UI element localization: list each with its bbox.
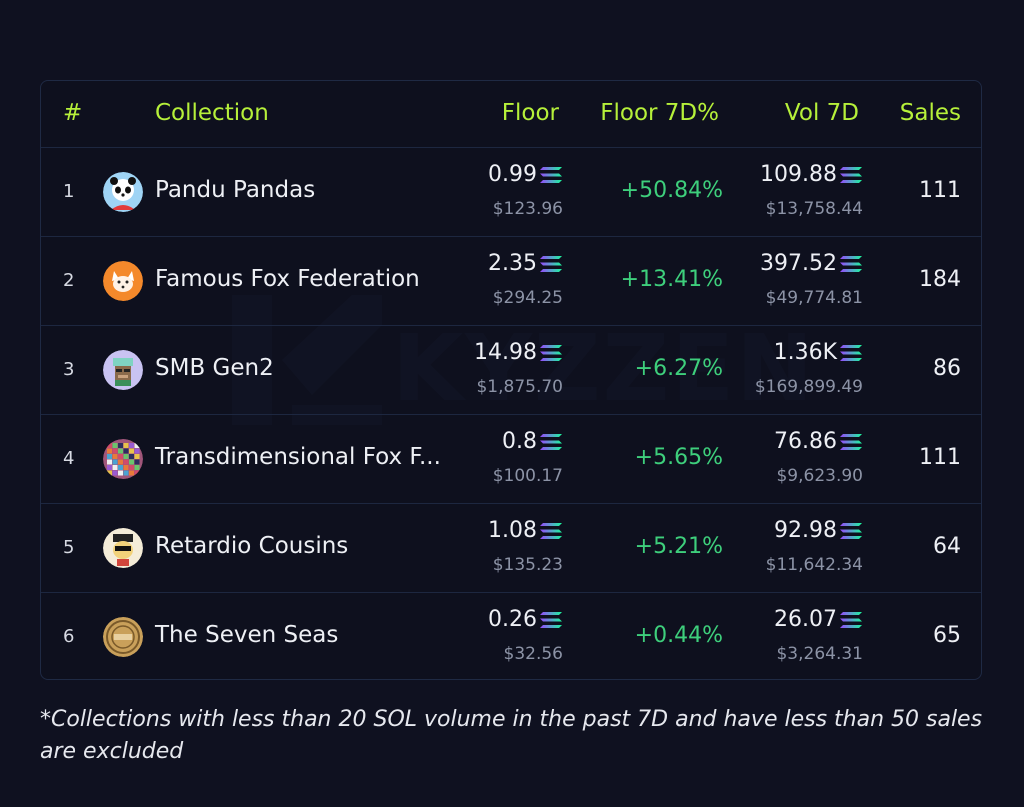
collection-avatar [103, 172, 143, 212]
floor-value: 1.08 [488, 518, 537, 543]
vol-7d: 26.07 [774, 607, 863, 632]
floor-value: 0.99 [488, 162, 537, 187]
solana-icon [840, 255, 862, 272]
floor-7d-pct: +13.41% [620, 267, 723, 292]
floor-value: 14.98 [474, 340, 537, 365]
vol-7d-usd: $169,899.49 [754, 377, 863, 397]
collection-name[interactable]: Pandu Pandas [155, 177, 315, 203]
row-rank: 4 [63, 448, 75, 469]
monkey-avatar-icon [103, 350, 143, 390]
vol-7d-usd: $49,774.81 [765, 288, 863, 308]
floor-7d-pct: +0.44% [634, 623, 723, 648]
vol-7d-value: 26.07 [774, 607, 837, 632]
floor-value: 0.26 [488, 607, 537, 632]
solana-icon [540, 255, 562, 272]
collection-name[interactable]: The Seven Seas [155, 622, 338, 648]
collection-avatar [103, 617, 143, 657]
footnote: *Collections with less than 20 SOL volum… [40, 707, 983, 764]
solana-icon [540, 433, 562, 450]
table-row[interactable]: 5 Retardio Cousins 1.08 $135.23 +5.21% 9… [41, 503, 981, 592]
solana-icon [540, 344, 562, 361]
vol-7d: 92.98 [774, 518, 863, 543]
collection-avatar [103, 528, 143, 568]
floor-price: 14.98 [474, 340, 563, 365]
table-row[interactable]: 1 Pandu Pandas 0.99 $123.96 +50.84% 109.… [41, 147, 981, 236]
vol-7d: 397.52 [760, 251, 863, 276]
vol-7d: 109.88 [760, 162, 863, 187]
floor-value: 0.8 [502, 429, 537, 454]
floor-price: 0.26 [488, 607, 563, 632]
solana-icon [840, 522, 862, 539]
collection-name[interactable]: Famous Fox Federation [155, 266, 420, 292]
header-floor[interactable]: Floor [502, 100, 559, 126]
vol-7d-usd: $3,264.31 [776, 644, 863, 664]
floor-usd: $32.56 [503, 644, 563, 664]
collection-name[interactable]: Retardio Cousins [155, 533, 348, 559]
sales-count: 111 [919, 178, 961, 203]
vol-7d-usd: $11,642.34 [765, 555, 863, 575]
vol-7d-value: 109.88 [760, 162, 837, 187]
table-header: # Collection Floor Floor 7D% Vol 7D Sale… [41, 81, 981, 147]
collection-avatar [103, 350, 143, 390]
floor-usd: $135.23 [492, 555, 563, 575]
header-floor-7d-pct[interactable]: Floor 7D% [600, 100, 719, 126]
table-row[interactable]: 3 SMB Gen2 14.98 $1,875.70 +6.27% 1.36K … [41, 325, 981, 414]
solana-icon [840, 344, 862, 361]
row-rank: 5 [63, 537, 75, 558]
coin-avatar-icon [103, 617, 143, 657]
vol-7d-value: 76.86 [774, 429, 837, 454]
solana-icon [840, 166, 862, 183]
vol-7d: 76.86 [774, 429, 863, 454]
floor-usd: $294.25 [492, 288, 563, 308]
vol-7d-value: 1.36K [773, 340, 837, 365]
header-rank[interactable]: # [63, 100, 82, 126]
header-collection[interactable]: Collection [155, 100, 269, 126]
row-rank: 1 [63, 181, 75, 202]
vol-7d-usd: $13,758.44 [765, 199, 863, 219]
floor-7d-pct: +5.65% [634, 445, 723, 470]
sales-count: 184 [919, 267, 961, 292]
row-rank: 2 [63, 270, 75, 291]
table-row[interactable]: 4 Transdimensional Fox F... 0.8 $100.17 … [41, 414, 981, 503]
floor-usd: $100.17 [492, 466, 563, 486]
table-row[interactable]: 6 The Seven Seas 0.26 $32.56 +0.44% 26.0… [41, 592, 981, 681]
floor-7d-pct: +50.84% [620, 178, 723, 203]
solana-icon [840, 433, 862, 450]
vol-7d: 1.36K [774, 340, 863, 365]
floor-usd: $123.96 [492, 199, 563, 219]
floor-7d-pct: +5.21% [634, 534, 723, 559]
collection-avatar [103, 261, 143, 301]
collection-name[interactable]: SMB Gen2 [155, 355, 274, 381]
solana-icon [540, 611, 562, 628]
vol-7d-usd: $9,623.90 [776, 466, 863, 486]
floor-7d-pct: +6.27% [634, 356, 723, 381]
collection-avatar [103, 439, 143, 479]
collections-table: # Collection Floor Floor 7D% Vol 7D Sale… [40, 80, 982, 680]
collection-name[interactable]: Transdimensional Fox F... [155, 444, 441, 470]
sales-count: 64 [933, 534, 961, 559]
header-vol-7d[interactable]: Vol 7D [785, 100, 859, 126]
floor-price: 0.99 [488, 162, 563, 187]
vol-7d-value: 92.98 [774, 518, 837, 543]
sales-count: 86 [933, 356, 961, 381]
panda-avatar-icon [103, 172, 143, 212]
vol-7d-value: 397.52 [760, 251, 837, 276]
floor-usd: $1,875.70 [476, 377, 563, 397]
sales-count: 65 [933, 623, 961, 648]
floor-price: 1.08 [488, 518, 563, 543]
floor-price: 0.8 [502, 429, 563, 454]
solana-icon [540, 166, 562, 183]
table-row[interactable]: 2 Famous Fox Federation 2.35 $294.25 +13… [41, 236, 981, 325]
row-rank: 3 [63, 359, 75, 380]
header-sales[interactable]: Sales [900, 100, 961, 126]
mosaic-avatar-icon [103, 439, 143, 479]
solana-icon [840, 611, 862, 628]
character-avatar-icon [103, 528, 143, 568]
row-rank: 6 [63, 626, 75, 647]
fox-avatar-icon [103, 261, 143, 301]
floor-price: 2.35 [488, 251, 563, 276]
sales-count: 111 [919, 445, 961, 470]
floor-value: 2.35 [488, 251, 537, 276]
solana-icon [540, 522, 562, 539]
